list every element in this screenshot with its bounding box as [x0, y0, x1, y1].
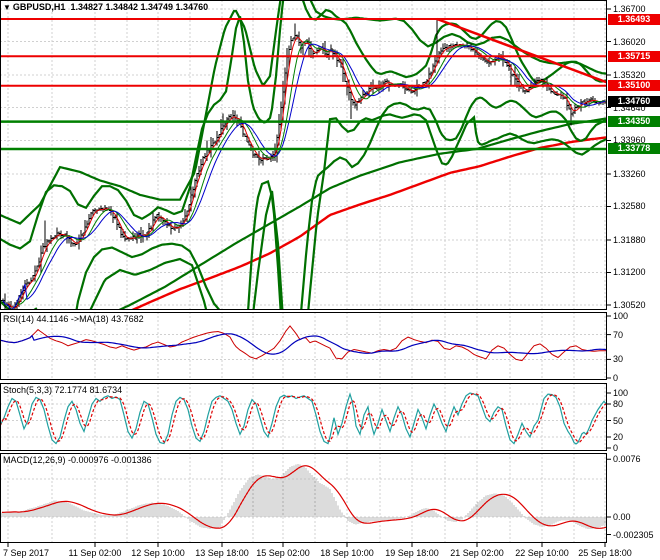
price-grid-label: 1.31880 [613, 235, 646, 245]
macd-axis-label: 0.00 [613, 512, 631, 522]
rsi-axis-label: 70 [613, 330, 624, 340]
time-axis-label: 19 Sep 18:00 [385, 548, 439, 558]
time-axis-label: 21 Sep 02:00 [450, 548, 504, 558]
time-axis-label: 7 Sep 2017 [3, 548, 50, 558]
time-axis-label: 12 Sep 10:00 [131, 548, 185, 558]
symbol-dropdown-icon[interactable]: ▼ [3, 2, 11, 13]
resistance-price-badge: 1.36493 [608, 14, 660, 25]
macd-panel-title: MACD(12,26,9) -0.000976 -0.001386 [3, 455, 152, 465]
stoch-panel-title: Stoch(5,3,3) 72.1774 81.6734 [3, 385, 123, 395]
stoch-axis-label: 100 [613, 388, 629, 398]
time-axis-label: 22 Sep 10:00 [515, 548, 569, 558]
stoch-axis-label: 0 [613, 443, 619, 453]
price-grid-label: 1.32580 [613, 201, 646, 211]
chart-canvas[interactable] [0, 0, 660, 560]
price-grid-label: 1.31200 [613, 267, 646, 277]
support-price-badge: 1.34350 [608, 116, 660, 127]
rsi-axis-label: 100 [613, 311, 629, 321]
trading-chart-window: ▼ GBPUSD,H1 1.34827 1.34842 1.34749 1.347… [0, 0, 660, 560]
time-axis-label: 18 Sep 10:00 [320, 548, 374, 558]
time-axis-label: 15 Sep 02:00 [256, 548, 310, 558]
current-price-badge: 1.34760 [608, 96, 660, 107]
macd-axis-label: -0.002305 [613, 530, 654, 540]
resistance-price-badge: 1.35100 [608, 80, 660, 91]
price-grid-label: 1.36020 [613, 37, 646, 47]
price-grid-label: 1.30520 [613, 300, 646, 310]
rsi-axis-label: 30 [613, 354, 624, 364]
time-axis-label: 11 Sep 02:00 [68, 548, 122, 558]
ohlc-quote-values: 1.34827 1.34842 1.34749 1.34760 [70, 2, 209, 12]
symbol-period-label: GBPUSD,H1 [12, 2, 66, 12]
resistance-price-badge: 1.35715 [608, 51, 660, 62]
stoch-axis-label: 80 [613, 399, 624, 409]
time-axis-label: 25 Sep 18:00 [578, 548, 632, 558]
price-grid-label: 1.33260 [613, 169, 646, 179]
stoch-axis-label: 50 [613, 416, 624, 426]
macd-axis-label: 0.0076 [613, 454, 641, 464]
support-price-badge: 1.33778 [608, 143, 660, 154]
stoch-axis-label: 20 [613, 432, 624, 442]
time-axis-label: 13 Sep 18:00 [195, 548, 249, 558]
rsi-panel-title: RSI(14) 44.1146 ->MA(18) 43.7682 [3, 314, 144, 324]
rsi-axis-label: 0 [613, 373, 619, 383]
chart-title: ▼ GBPUSD,H1 1.34827 1.34842 1.34749 1.347… [3, 2, 208, 13]
